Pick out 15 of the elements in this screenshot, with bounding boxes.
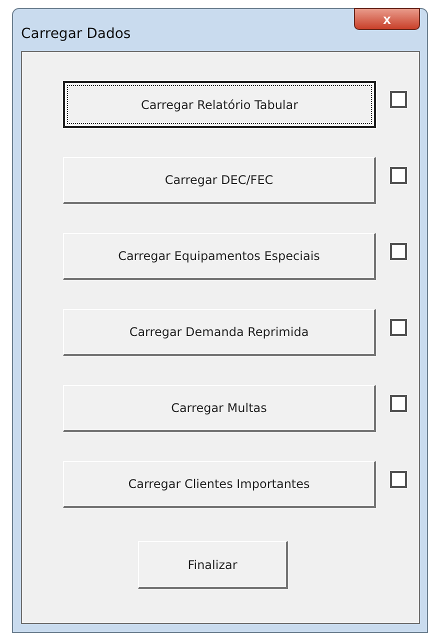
window-title: Carregar Dados (21, 26, 131, 42)
checkbox[interactable] (390, 319, 407, 336)
load-button[interactable]: Carregar Clientes Importantes (63, 461, 376, 508)
checkbox[interactable] (390, 471, 407, 488)
close-button[interactable]: x (354, 8, 420, 30)
checkbox[interactable] (390, 243, 407, 260)
checkbox[interactable] (390, 395, 407, 412)
load-button[interactable]: Carregar Equipamentos Especiais (63, 233, 376, 280)
load-button[interactable]: Carregar DEC/FEC (63, 157, 376, 204)
finish-button[interactable]: Finalizar (138, 541, 288, 589)
load-button[interactable]: Carregar Multas (63, 385, 376, 432)
checkbox[interactable] (390, 167, 407, 184)
checkbox[interactable] (390, 91, 407, 108)
load-button[interactable]: Carregar Demanda Reprimida (63, 309, 376, 356)
load-button[interactable]: Carregar Relatório Tabular (63, 81, 376, 128)
